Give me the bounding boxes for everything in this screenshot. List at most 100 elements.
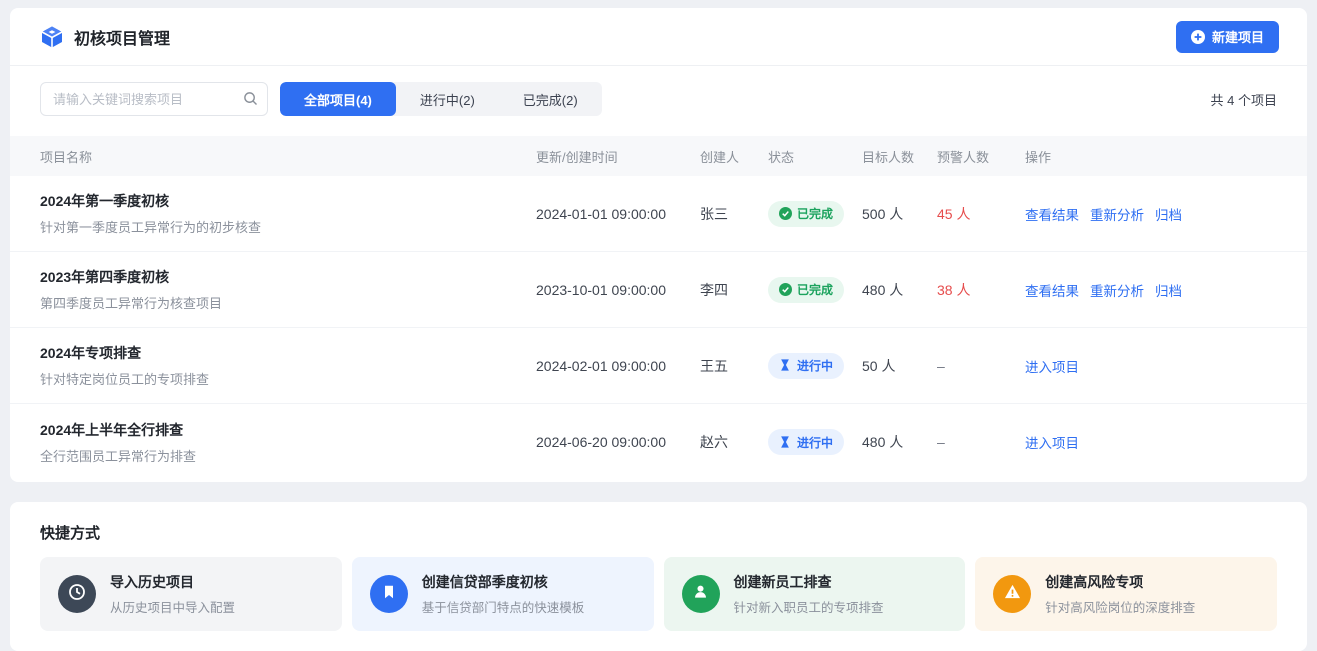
plus-circle-icon bbox=[1191, 30, 1205, 44]
shortcut-card-icon-wrap bbox=[58, 575, 96, 613]
row-actions: 进入项目 bbox=[1025, 432, 1277, 452]
hourglass-icon bbox=[779, 359, 792, 372]
project-time: 2024-01-01 09:00:00 bbox=[536, 206, 700, 222]
action-link[interactable]: 重新分析 bbox=[1090, 204, 1144, 224]
user-icon bbox=[692, 583, 709, 605]
hourglass-icon bbox=[779, 436, 792, 449]
shortcut-card-texts: 创建信贷部季度初核 基于信贷部门特点的快速模板 bbox=[422, 572, 585, 616]
status-badge: 已完成 bbox=[768, 277, 844, 303]
project-name-cell: 2024年第一季度初核 针对第一季度员工异常行为的初步核查 bbox=[40, 191, 536, 236]
filter-tabs: 全部项目(4) 进行中(2) 已完成(2) bbox=[280, 82, 602, 116]
page: 初核项目管理 新建项目 bbox=[0, 0, 1317, 648]
status-badge: 进行中 bbox=[768, 353, 844, 379]
filter-tab[interactable]: 进行中(2) bbox=[396, 82, 499, 116]
warning-count: – bbox=[937, 434, 1025, 450]
shortcut-card[interactable]: 导入历史项目 从历史项目中导入配置 bbox=[40, 557, 342, 631]
project-name-cell: 2024年专项排查 针对特定岗位员工的专项排查 bbox=[40, 343, 536, 388]
project-name-cell: 2024年上半年全行排查 全行范围员工异常行为排查 bbox=[40, 420, 536, 465]
project-title: 2024年专项排查 bbox=[40, 343, 516, 363]
project-time: 2024-06-20 09:00:00 bbox=[536, 434, 700, 450]
shortcuts-title: 快捷方式 bbox=[40, 522, 1277, 543]
project-title: 2024年第一季度初核 bbox=[40, 191, 516, 211]
action-link[interactable]: 进入项目 bbox=[1025, 432, 1079, 452]
new-project-button[interactable]: 新建项目 bbox=[1176, 21, 1279, 53]
search-icon bbox=[243, 91, 258, 106]
shortcut-card-title: 导入历史项目 bbox=[110, 572, 235, 592]
table-body: 2024年第一季度初核 针对第一季度员工异常行为的初步核查 2024-01-01… bbox=[10, 176, 1307, 480]
shortcut-card-desc: 针对新入职员工的专项排查 bbox=[734, 597, 884, 616]
project-title: 2024年上半年全行排查 bbox=[40, 420, 516, 440]
check-circle-icon bbox=[779, 207, 792, 220]
action-link[interactable]: 归档 bbox=[1155, 280, 1182, 300]
table-header-cell: 状态 bbox=[768, 147, 862, 166]
table-header-cell: 预警人数 bbox=[937, 147, 1025, 166]
filter-tab[interactable]: 已完成(2) bbox=[499, 82, 602, 116]
new-project-button-label: 新建项目 bbox=[1212, 27, 1264, 46]
shortcut-card[interactable]: 创建新员工排查 针对新入职员工的专项排查 bbox=[664, 557, 966, 631]
table-row: 2023年第四季度初核 第四季度员工异常行为核查项目 2023-10-01 09… bbox=[10, 252, 1307, 328]
status-cell: 已完成 bbox=[768, 201, 862, 227]
target-count: 50 人 bbox=[862, 356, 937, 376]
status-cell: 进行中 bbox=[768, 353, 862, 379]
table-row: 2024年专项排查 针对特定岗位员工的专项排查 2024-02-01 09:00… bbox=[10, 328, 1307, 404]
shortcut-card-desc: 从历史项目中导入配置 bbox=[110, 597, 235, 616]
shortcut-card-title: 创建高风险专项 bbox=[1045, 572, 1195, 592]
warning-count: 45 人 bbox=[937, 204, 1025, 224]
shortcut-card-texts: 创建高风险专项 针对高风险岗位的深度排查 bbox=[1045, 572, 1195, 616]
status-label: 已完成 bbox=[797, 281, 833, 298]
search-input[interactable] bbox=[40, 82, 268, 116]
project-creator: 王五 bbox=[700, 356, 768, 376]
project-description: 全行范围员工异常行为排查 bbox=[40, 446, 516, 465]
filter-tab[interactable]: 全部项目(4) bbox=[280, 82, 396, 116]
action-link[interactable]: 归档 bbox=[1155, 204, 1182, 224]
status-cell: 进行中 bbox=[768, 429, 862, 455]
shortcut-card-icon-wrap bbox=[993, 575, 1031, 613]
check-circle-icon bbox=[779, 283, 792, 296]
warning-count: 38 人 bbox=[937, 280, 1025, 300]
status-label: 已完成 bbox=[797, 205, 833, 222]
target-count: 480 人 bbox=[862, 432, 937, 452]
action-link[interactable]: 查看结果 bbox=[1025, 204, 1079, 224]
search-box bbox=[40, 82, 268, 116]
row-actions: 进入项目 bbox=[1025, 356, 1277, 376]
status-badge: 进行中 bbox=[768, 429, 844, 455]
target-count: 480 人 bbox=[862, 280, 937, 300]
target-count: 500 人 bbox=[862, 204, 937, 224]
shortcuts-panel: 快捷方式 bbox=[10, 502, 1307, 651]
project-time: 2024-02-01 09:00:00 bbox=[536, 358, 700, 374]
project-time: 2023-10-01 09:00:00 bbox=[536, 282, 700, 298]
project-description: 针对第一季度员工异常行为的初步核查 bbox=[40, 217, 516, 236]
project-description: 针对特定岗位员工的专项排查 bbox=[40, 369, 516, 388]
clock-icon bbox=[68, 583, 86, 606]
action-link[interactable]: 进入项目 bbox=[1025, 356, 1079, 376]
status-cell: 已完成 bbox=[768, 277, 862, 303]
status-badge: 已完成 bbox=[768, 201, 844, 227]
shortcut-card-title: 创建新员工排查 bbox=[734, 572, 884, 592]
shortcut-cards: 导入历史项目 从历史项目中导入配置 bbox=[40, 557, 1277, 631]
page-title: 初核项目管理 bbox=[74, 25, 170, 49]
project-management-panel: 初核项目管理 新建项目 bbox=[10, 8, 1307, 482]
status-label: 进行中 bbox=[797, 357, 833, 374]
shortcut-card-title: 创建信贷部季度初核 bbox=[422, 572, 585, 592]
table-row: 2024年上半年全行排查 全行范围员工异常行为排查 2024-06-20 09:… bbox=[10, 404, 1307, 480]
shortcut-card-texts: 创建新员工排查 针对新入职员工的专项排查 bbox=[734, 572, 884, 616]
page-header: 初核项目管理 新建项目 bbox=[10, 8, 1307, 66]
row-actions: 查看结果 重新分析 归档 bbox=[1025, 280, 1277, 300]
cube-logo-icon bbox=[40, 25, 64, 49]
shortcut-card[interactable]: 创建高风险专项 针对高风险岗位的深度排查 bbox=[975, 557, 1277, 631]
shortcut-card-desc: 针对高风险岗位的深度排查 bbox=[1045, 597, 1195, 616]
shortcut-card-texts: 导入历史项目 从历史项目中导入配置 bbox=[110, 572, 235, 616]
table-header-row: 项目名称 更新/创建时间 创建人 状态 目标人数 预警人数 操作 bbox=[10, 136, 1307, 176]
table-row: 2024年第一季度初核 针对第一季度员工异常行为的初步核查 2024-01-01… bbox=[10, 176, 1307, 252]
shortcut-card[interactable]: 创建信贷部季度初核 基于信贷部门特点的快速模板 bbox=[352, 557, 654, 631]
bookmark-icon bbox=[381, 584, 397, 605]
warning-icon bbox=[1004, 583, 1021, 605]
row-actions: 查看结果 重新分析 归档 bbox=[1025, 204, 1277, 224]
project-description: 第四季度员工异常行为核查项目 bbox=[40, 293, 516, 312]
table-header-cell: 创建人 bbox=[700, 147, 768, 166]
status-label: 进行中 bbox=[797, 434, 833, 451]
action-link[interactable]: 查看结果 bbox=[1025, 280, 1079, 300]
table-header-cell: 目标人数 bbox=[862, 147, 937, 166]
action-link[interactable]: 重新分析 bbox=[1090, 280, 1144, 300]
shortcut-card-icon-wrap bbox=[370, 575, 408, 613]
